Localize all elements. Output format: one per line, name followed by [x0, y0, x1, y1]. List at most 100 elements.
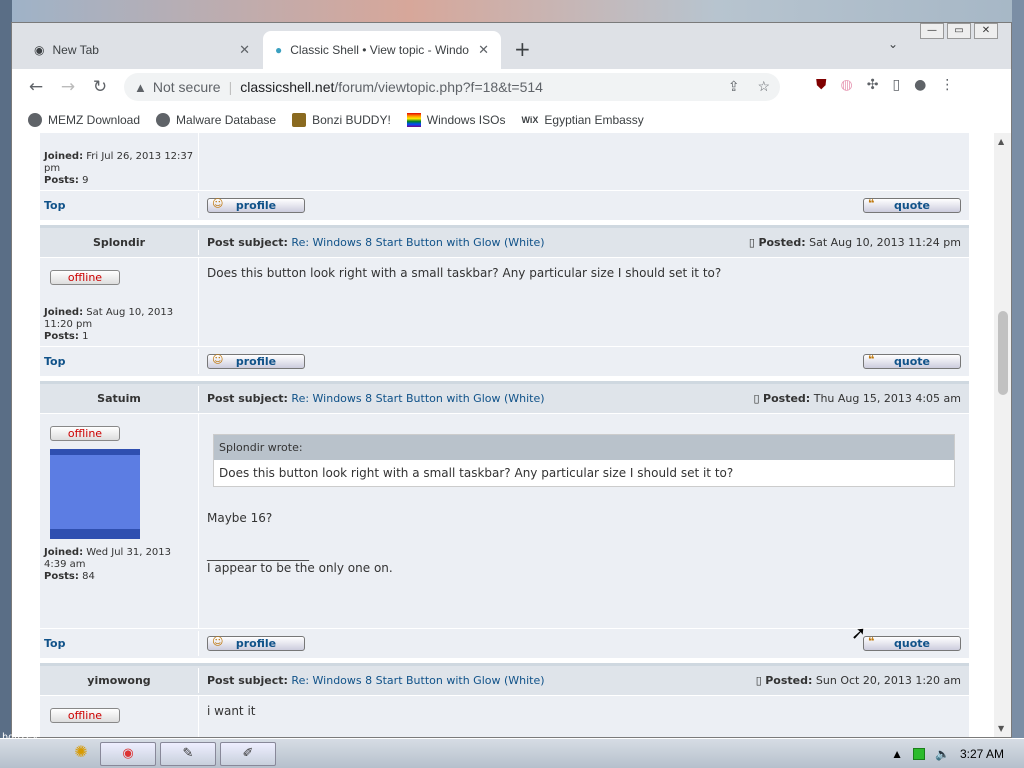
minimize-button[interactable]: —: [920, 23, 944, 39]
taskbar-chrome-button[interactable]: ◉: [100, 741, 156, 766]
post-icon: ▯: [748, 236, 755, 249]
offline-badge: offline: [50, 270, 120, 285]
post-header: Splondir Post subject: Re: Windows 8 Sta…: [40, 228, 969, 258]
security-label: Not secure: [152, 79, 221, 95]
address-bar[interactable]: ▲ Not secure | classicshell.net /forum/v…: [124, 73, 780, 101]
post-header: yimowong Post subject: Re: Windows 8 Sta…: [40, 666, 969, 696]
post-body-row: offline Joined: Sat Aug 10, 2013 11:20 p…: [40, 258, 969, 346]
tab-title: Classic Shell • View topic - Windo: [290, 43, 469, 57]
post-content: Does this button look right with a small…: [199, 258, 969, 346]
post-satuim: Satuim Post subject: Re: Windows 8 Start…: [40, 381, 969, 658]
subject-link[interactable]: Re: Windows 8 Start Button with Glow (Wh…: [291, 674, 544, 687]
profile-button[interactable]: ☺ profile: [207, 197, 305, 213]
browser-toolbar: ← → ↻ ▲ Not secure | classicshell.net /f…: [12, 69, 1011, 105]
post-meta: Post subject: Re: Windows 8 Start Button…: [199, 668, 969, 693]
scroll-thumb[interactable]: [998, 311, 1008, 395]
bookmark-star-icon[interactable]: ☆: [757, 78, 770, 94]
taskbar-app-button[interactable]: ✎: [160, 741, 216, 766]
sidebar-icon[interactable]: ▯: [892, 77, 900, 93]
quote-button[interactable]: ❝ quote: [863, 197, 961, 213]
ublock-icon[interactable]: ⛊: [816, 77, 827, 93]
tray-expand-icon[interactable]: ▲: [891, 747, 903, 761]
extensions-area: ⛊ ◍ ✣ ▯ ● ⋮: [816, 77, 954, 93]
bookmark-label: Bonzi BUDDY!: [312, 112, 391, 127]
bookmark-windows-isos[interactable]: Windows ISOs: [406, 112, 506, 127]
post-header: Satuim Post subject: Re: Windows 8 Start…: [40, 384, 969, 414]
reload-icon[interactable]: ↻: [84, 77, 116, 97]
posted-label: Posted:: [765, 674, 813, 687]
scroll-up-arrow-icon[interactable]: ▲: [998, 137, 1004, 146]
user-icon: ☺: [212, 353, 224, 366]
desktop-background-right: [1012, 0, 1024, 738]
profile-button[interactable]: ☺ profile: [207, 635, 305, 651]
bookmark-malware-database[interactable]: Malware Database: [156, 112, 276, 127]
top-link[interactable]: Top: [40, 193, 199, 218]
close-window-button[interactable]: ✕: [974, 23, 998, 39]
trans-flag-icon[interactable]: ◍: [841, 77, 853, 93]
post-content: Splondir wrote: Does this button look ri…: [199, 414, 969, 628]
post-subject: Post subject: Re: Windows 8 Start Button…: [207, 236, 545, 249]
subject-link[interactable]: Re: Windows 8 Start Button with Glow (Wh…: [291, 392, 544, 405]
post-text: Maybe 16?: [207, 511, 273, 525]
clock[interactable]: 3:27 AM: [960, 747, 1004, 761]
scroll-down-arrow-icon[interactable]: ▼: [998, 724, 1004, 733]
post-icon: ▯: [753, 392, 760, 405]
joined-label: Joined:: [44, 151, 84, 162]
bookmark-bonzi-buddy[interactable]: Bonzi BUDDY!: [292, 112, 391, 127]
tab-search-chevron-icon[interactable]: ⌄: [888, 37, 898, 51]
quote-icon: ❝: [868, 353, 875, 366]
close-icon[interactable]: ✕: [478, 42, 489, 58]
post-author[interactable]: Splondir: [40, 230, 199, 255]
quote-text: Does this button look right with a small…: [219, 466, 734, 480]
system-tray: ▲ 🔈 3:27 AM: [864, 739, 1024, 768]
forward-arrow-icon[interactable]: →: [52, 77, 84, 97]
tab-classic-shell[interactable]: ● Classic Shell • View topic - Windo ✕: [263, 31, 501, 69]
post-date: ▯ Posted: Thu Aug 15, 2013 4:05 am: [753, 392, 961, 405]
post-yimowong: yimowong Post subject: Re: Windows 8 Sta…: [40, 663, 969, 737]
bonzi-icon: [292, 112, 307, 127]
post-author[interactable]: yimowong: [40, 668, 199, 693]
wix-icon: WiX: [521, 114, 539, 125]
share-icon[interactable]: ⇪: [728, 78, 740, 94]
quote-button[interactable]: ❝ quote: [863, 635, 961, 651]
subject-link[interactable]: Re: Windows 8 Start Button with Glow (Wh…: [291, 236, 544, 249]
profile-avatar-icon[interactable]: ●: [914, 77, 926, 93]
menu-kebab-icon[interactable]: ⋮: [940, 77, 954, 93]
back-arrow-icon[interactable]: ←: [20, 77, 52, 97]
chrome-icon: ◉: [122, 746, 134, 761]
new-tab-button[interactable]: +: [514, 37, 531, 61]
close-icon[interactable]: ✕: [239, 42, 250, 58]
topic-posts: Joined: Fri Jul 26, 2013 12:37 pm Posts:…: [40, 133, 969, 737]
posts-label: Posts:: [44, 175, 79, 186]
volume-icon[interactable]: 🔈: [935, 747, 950, 761]
maximize-button[interactable]: ▭: [947, 23, 971, 39]
puzzle-icon[interactable]: ✣: [867, 77, 879, 93]
post-author[interactable]: Satuim: [40, 386, 199, 411]
tab-new-tab[interactable]: ◉ New Tab ✕: [22, 31, 262, 69]
network-icon[interactable]: [913, 748, 926, 760]
quote-button[interactable]: ❝ quote: [863, 353, 961, 369]
joined-info: Joined: Sat Aug 10, 2013 11:20 pm Posts:…: [44, 307, 194, 343]
bookmark-memz-download[interactable]: MEMZ Download: [28, 112, 140, 127]
signature: I appear to be the only one on.: [207, 561, 393, 575]
post-icon: ▯: [755, 674, 762, 687]
top-link[interactable]: Top: [40, 349, 199, 374]
posted-value: Thu Aug 15, 2013 4:05 am: [813, 392, 961, 405]
post-footer: Top ☺ profile ❝ quote: [40, 628, 969, 658]
post-subject: Post subject: Re: Windows 8 Start Button…: [207, 392, 545, 405]
profile-button[interactable]: ☺ profile: [207, 353, 305, 369]
post-splondir: Splondir Post subject: Re: Windows 8 Sta…: [40, 225, 969, 376]
bookmark-egyptian-embassy[interactable]: WiX Egyptian Embassy: [521, 113, 643, 127]
post-text: Does this button look right with a small…: [207, 266, 722, 280]
quote-icon: ❝: [868, 635, 875, 648]
taskbar-paint-button[interactable]: ✐: [220, 741, 276, 766]
start-orb-icon[interactable]: ✺: [66, 742, 96, 766]
top-link[interactable]: Top: [40, 631, 199, 656]
posts-label: Posts:: [44, 331, 79, 342]
posts-count: 9: [82, 175, 89, 186]
site-favicon-icon: ●: [275, 43, 283, 57]
page-scrollbar[interactable]: ▲ ▼: [994, 133, 1011, 737]
quote-author: Splondir wrote:: [214, 435, 954, 460]
offline-badge: offline: [50, 426, 120, 441]
bookmark-label: Windows ISOs: [426, 112, 506, 127]
